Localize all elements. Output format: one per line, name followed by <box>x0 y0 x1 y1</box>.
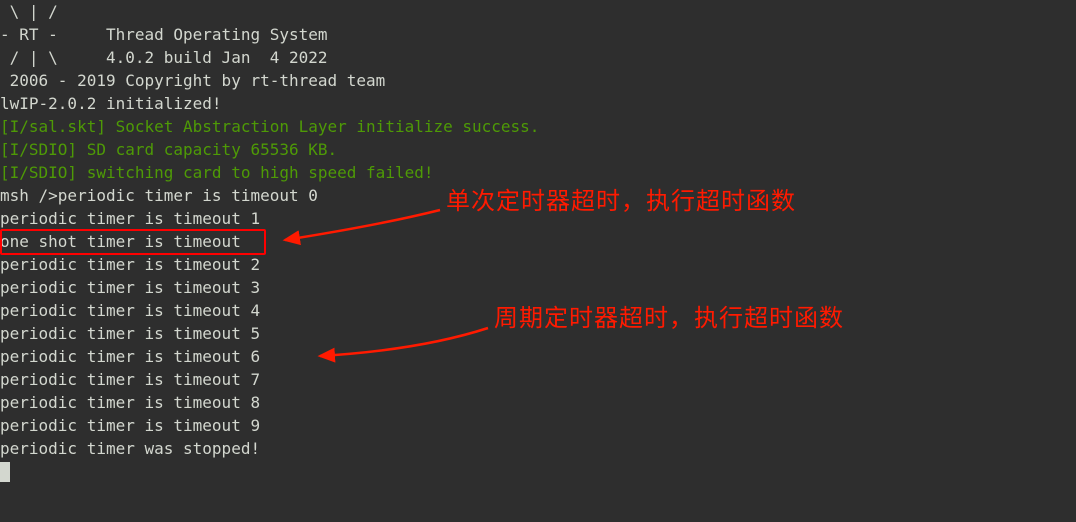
terminal-output: \ | / - RT - Thread Operating System / |… <box>0 0 1076 460</box>
periodic-timeout-6: periodic timer is timeout 6 <box>0 345 1076 368</box>
sdio-failed-line: [I/SDIO] switching card to high speed fa… <box>0 161 1076 184</box>
periodic-stopped-line: periodic timer was stopped! <box>0 437 1076 460</box>
oneshot-annotation: 单次定时器超时，执行超时函数 <box>446 190 796 213</box>
banner-line-2: - RT - Thread Operating System <box>0 23 1076 46</box>
periodic-timeout-9: periodic timer is timeout 9 <box>0 414 1076 437</box>
msh-prompt[interactable]: msh /> <box>0 186 58 205</box>
oneshot-timeout-line: one shot timer is timeout <box>0 230 1076 253</box>
periodic-timeout-8: periodic timer is timeout 8 <box>0 391 1076 414</box>
periodic-timeout-3: periodic timer is timeout 3 <box>0 276 1076 299</box>
periodic-timeout-0: periodic timer is timeout 0 <box>58 186 318 205</box>
periodic-annotation: 周期定时器超时，执行超时函数 <box>494 307 844 330</box>
terminal-cursor[interactable] <box>0 462 10 482</box>
banner-line-4: 2006 - 2019 Copyright by rt-thread team <box>0 69 1076 92</box>
banner-line-1: \ | / <box>0 0 1076 23</box>
sal-init-line: [I/sal.skt] Socket Abstraction Layer ini… <box>0 115 1076 138</box>
periodic-timeout-2: periodic timer is timeout 2 <box>0 253 1076 276</box>
periodic-timeout-7: periodic timer is timeout 7 <box>0 368 1076 391</box>
lwip-init-line: lwIP-2.0.2 initialized! <box>0 92 1076 115</box>
sdio-capacity-line: [I/SDIO] SD card capacity 65536 KB. <box>0 138 1076 161</box>
banner-line-3: / | \ 4.0.2 build Jan 4 2022 <box>0 46 1076 69</box>
